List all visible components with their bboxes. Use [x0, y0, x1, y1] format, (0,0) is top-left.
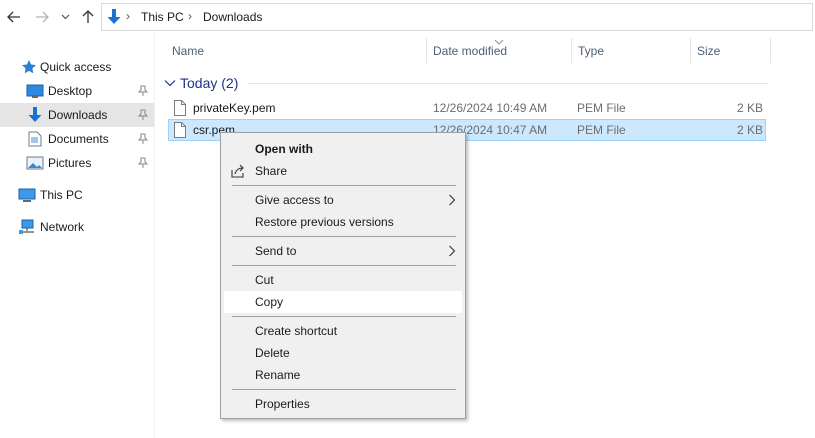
menu-item-send-to[interactable]: Send to: [224, 240, 462, 262]
share-icon: [231, 164, 244, 178]
menu-item-delete[interactable]: Delete: [224, 342, 462, 364]
sidebar-item-label: Documents: [48, 132, 109, 146]
chevron-down-icon: [164, 80, 176, 87]
column-header-type[interactable]: Type: [578, 44, 604, 58]
menu-separator: [232, 389, 456, 390]
sidebar-item-pictures[interactable]: Pictures: [0, 151, 155, 175]
pin-icon[interactable]: [137, 133, 149, 145]
sidebar-item-this-pc[interactable]: This PC: [0, 183, 155, 207]
menu-separator: [232, 265, 456, 266]
pin-icon[interactable]: [137, 157, 149, 169]
sidebar-item-label: Quick access: [40, 60, 112, 74]
sidebar-item-label: Desktop: [48, 84, 93, 98]
menu-item-label: Cut: [255, 273, 274, 287]
group-label: Today (2): [180, 75, 239, 91]
menu-item-properties[interactable]: Properties: [224, 393, 462, 415]
file-size: 2 KB: [736, 101, 763, 115]
column-header-name[interactable]: Name: [172, 44, 204, 58]
menu-separator: [232, 236, 456, 237]
sidebar-item-downloads[interactable]: Downloads: [0, 103, 155, 127]
forward-arrow-icon: [36, 11, 49, 23]
menu-item-rename[interactable]: Rename: [224, 364, 462, 386]
file-date: 12/26/2024 10:49 AM: [433, 101, 548, 115]
pin-icon[interactable]: [137, 109, 149, 121]
back-arrow-icon: [7, 11, 20, 23]
sidebar-item-label: Network: [40, 220, 85, 234]
column-divider[interactable]: [571, 38, 572, 63]
up-arrow-icon: [82, 10, 94, 23]
menu-item-label: Delete: [255, 346, 290, 360]
menu-item-label: Properties: [255, 397, 310, 411]
up-button[interactable]: [78, 6, 98, 28]
sidebar-item-network[interactable]: Network: [0, 215, 155, 239]
documents-icon: [26, 130, 44, 148]
menu-item-give-access[interactable]: Give access to: [224, 189, 462, 211]
file-type: PEM File: [577, 123, 626, 137]
menu-item-share[interactable]: Share: [224, 160, 462, 182]
navigation-bar: › This PC › Downloads: [0, 0, 815, 34]
menu-item-create-shortcut[interactable]: Create shortcut: [224, 320, 462, 342]
chevron-down-icon: [61, 14, 69, 20]
menu-item-label: Open with: [255, 142, 313, 156]
file-icon: [174, 100, 186, 116]
address-bar[interactable]: › This PC › Downloads: [101, 3, 813, 31]
recent-locations-button[interactable]: [58, 6, 72, 28]
menu-item-label: Give access to: [255, 193, 334, 207]
sidebar-item-desktop[interactable]: Desktop: [0, 79, 155, 103]
group-header-today[interactable]: Today (2): [164, 73, 238, 93]
chevron-right-icon: [449, 194, 456, 206]
menu-item-label: Restore previous versions: [255, 215, 394, 229]
star-icon: [20, 58, 38, 76]
menu-item-restore-previous-versions[interactable]: Restore previous versions: [224, 211, 462, 233]
menu-item-cut[interactable]: Cut: [224, 269, 462, 291]
navigation-pane: Quick access Desktop Downloads Documents…: [0, 34, 155, 438]
group-divider: [248, 83, 768, 84]
pin-icon[interactable]: [137, 85, 149, 97]
menu-item-copy[interactable]: Copy: [224, 291, 462, 313]
file-row-privatekey[interactable]: privateKey.pem 12/26/2024 10:49 AM PEM F…: [168, 97, 766, 119]
menu-item-label: Send to: [255, 244, 297, 258]
menu-separator: [232, 316, 456, 317]
menu-item-label: Copy: [255, 295, 284, 309]
menu-item-label: Share: [255, 164, 288, 178]
menu-item-label: Create shortcut: [255, 324, 338, 338]
column-header-size[interactable]: Size: [697, 44, 720, 58]
file-name: privateKey.pem: [193, 101, 276, 115]
breadcrumb-downloads[interactable]: Downloads: [203, 10, 262, 24]
column-divider[interactable]: [426, 38, 427, 63]
menu-separator: [232, 185, 456, 186]
file-icon: [174, 122, 186, 138]
column-divider[interactable]: [770, 38, 771, 63]
sidebar-item-quick-access[interactable]: Quick access: [0, 55, 155, 79]
pane-divider[interactable]: [154, 34, 155, 438]
column-header-date-modified[interactable]: Date modified: [433, 44, 507, 58]
file-type: PEM File: [577, 101, 626, 115]
breadcrumb-this-pc[interactable]: This PC: [141, 10, 184, 24]
sidebar-item-label: Downloads: [48, 108, 108, 122]
pictures-icon: [26, 154, 44, 172]
back-button[interactable]: [4, 6, 24, 28]
sidebar-item-label: This PC: [40, 188, 83, 202]
context-menu: Open with Share Give access to Restore p…: [220, 132, 466, 419]
menu-item-open-with[interactable]: Open with: [224, 138, 462, 160]
chevron-right-icon: [449, 245, 456, 257]
computer-icon: [18, 186, 36, 204]
sidebar-item-label: Pictures: [48, 156, 92, 170]
desktop-icon: [26, 82, 44, 100]
forward-button[interactable]: [32, 6, 52, 28]
menu-item-label: Rename: [255, 368, 301, 382]
download-arrow-icon: [26, 106, 44, 124]
breadcrumb-separator: ›: [188, 9, 192, 23]
network-icon: [18, 218, 36, 236]
download-arrow-icon: [107, 9, 121, 24]
file-size: 2 KB: [736, 123, 763, 137]
breadcrumb-separator: ›: [126, 9, 130, 23]
column-divider[interactable]: [690, 38, 691, 63]
sidebar-item-documents[interactable]: Documents: [0, 127, 155, 151]
